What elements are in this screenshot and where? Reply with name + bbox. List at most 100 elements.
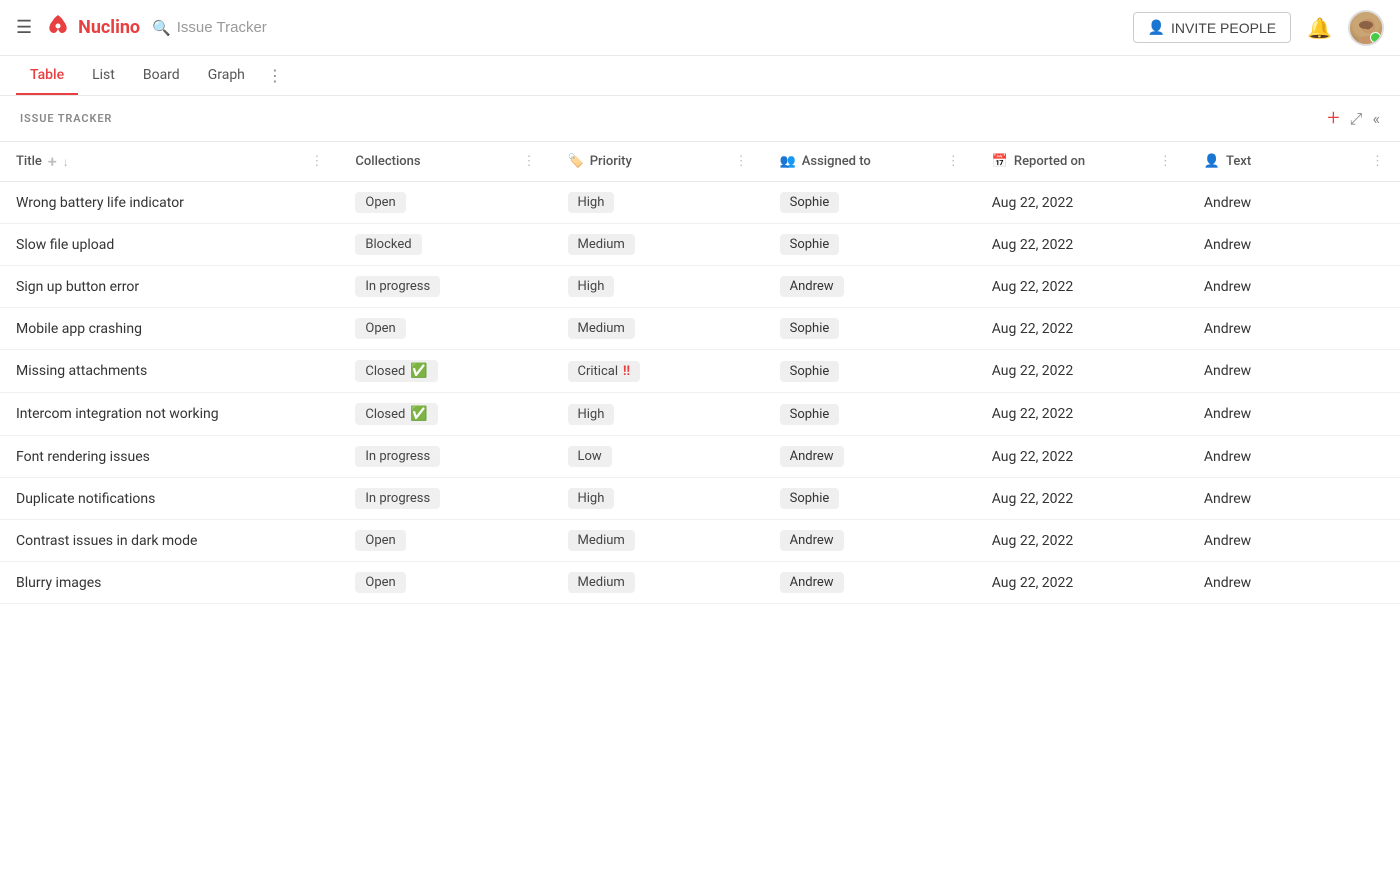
- table-row[interactable]: Missing attachments Closed ✅ Critical ‼ …: [0, 350, 1400, 393]
- priority-badge: Medium: [568, 530, 635, 551]
- priority-badge: High: [568, 192, 615, 213]
- text-col-icon: 👤: [1204, 154, 1220, 169]
- col-add-icon[interactable]: +: [48, 152, 57, 171]
- table-row[interactable]: Sign up button error In progress High An…: [0, 266, 1400, 308]
- collection-badge: Open: [355, 530, 405, 551]
- col-title-more-icon[interactable]: ⋮: [310, 154, 323, 169]
- col-priority-more-icon[interactable]: ⋮: [735, 154, 748, 169]
- table-row[interactable]: Wrong battery life indicator Open High S…: [0, 182, 1400, 224]
- text-cell: Andrew: [1188, 350, 1400, 393]
- collection-badge: Open: [355, 572, 405, 593]
- reported-cell: Aug 22, 2022: [976, 520, 1188, 562]
- expand-icon[interactable]: ⤢: [1350, 109, 1363, 129]
- reported-cell: Aug 22, 2022: [976, 562, 1188, 604]
- table-row[interactable]: Mobile app crashing Open Medium Sophie A…: [0, 308, 1400, 350]
- priority-badge: Medium: [568, 234, 635, 255]
- invite-people-button[interactable]: 👤 INVITE PEOPLE: [1133, 12, 1291, 43]
- priority-cell: High: [552, 478, 764, 520]
- collection-badge: Open: [355, 318, 405, 339]
- invite-label: INVITE PEOPLE: [1171, 20, 1276, 36]
- tab-list[interactable]: List: [78, 57, 129, 95]
- collection-badge: Blocked: [355, 234, 421, 255]
- title-cell[interactable]: Intercom integration not working: [0, 393, 339, 436]
- tab-more-icon[interactable]: ⋮: [259, 56, 291, 95]
- priority-badge: Critical ‼: [568, 361, 641, 382]
- assigned-cell: Sophie: [764, 478, 976, 520]
- table-row[interactable]: Duplicate notifications In progress High…: [0, 478, 1400, 520]
- check-icon: ✅: [410, 363, 427, 379]
- reported-cell: Aug 22, 2022: [976, 182, 1188, 224]
- avatar-image: [1350, 12, 1382, 44]
- table-row[interactable]: Slow file upload Blocked Medium Sophie A…: [0, 224, 1400, 266]
- assigned-cell: Andrew: [764, 520, 976, 562]
- text-cell: Andrew: [1188, 182, 1400, 224]
- title-cell[interactable]: Blurry images: [0, 562, 339, 604]
- priority-badge: High: [568, 276, 615, 297]
- tab-graph[interactable]: Graph: [194, 57, 259, 95]
- col-priority-label: Priority: [590, 154, 632, 169]
- table-row[interactable]: Font rendering issues In progress Low An…: [0, 436, 1400, 478]
- table-row[interactable]: Intercom integration not working Closed …: [0, 393, 1400, 436]
- priority-badge: Medium: [568, 318, 635, 339]
- col-sort-icon[interactable]: ↓: [63, 155, 69, 169]
- title-cell[interactable]: Wrong battery life indicator: [0, 182, 339, 224]
- col-text-more-icon[interactable]: ⋮: [1371, 154, 1384, 169]
- reported-cell: Aug 22, 2022: [976, 436, 1188, 478]
- reported-cell: Aug 22, 2022: [976, 478, 1188, 520]
- section-actions: + ⤢ «: [1327, 106, 1380, 131]
- add-icon[interactable]: +: [1327, 106, 1339, 131]
- issues-table: Title + ↓ ⋮ Collections ⋮ 🏷️ Priori: [0, 142, 1400, 604]
- critical-icon: ‼: [623, 364, 630, 379]
- priority-cell: Medium: [552, 562, 764, 604]
- tab-board[interactable]: Board: [129, 57, 194, 95]
- collapse-icon[interactable]: «: [1372, 109, 1380, 128]
- assigned-cell: Sophie: [764, 350, 976, 393]
- assigned-badge: Sophie: [780, 488, 840, 509]
- table-header-row: Title + ↓ ⋮ Collections ⋮ 🏷️ Priori: [0, 142, 1400, 182]
- reported-cell: Aug 22, 2022: [976, 308, 1188, 350]
- collection-cell: Blocked: [339, 224, 551, 266]
- title-cell[interactable]: Mobile app crashing: [0, 308, 339, 350]
- assigned-cell: Sophie: [764, 308, 976, 350]
- col-reported-more-icon[interactable]: ⋮: [1159, 154, 1172, 169]
- title-cell[interactable]: Slow file upload: [0, 224, 339, 266]
- assigned-badge: Sophie: [780, 361, 840, 382]
- tab-table[interactable]: Table: [16, 57, 78, 95]
- title-cell[interactable]: Contrast issues in dark mode: [0, 520, 339, 562]
- priority-cell: Low: [552, 436, 764, 478]
- col-header-collections: Collections ⋮: [339, 142, 551, 182]
- assigned-badge: Sophie: [780, 404, 840, 425]
- priority-cell: Medium: [552, 308, 764, 350]
- collection-badge: In progress: [355, 446, 440, 467]
- col-header-text: 👤 Text ⋮: [1188, 142, 1400, 182]
- priority-badge: High: [568, 488, 615, 509]
- assigned-badge: Sophie: [780, 234, 840, 255]
- title-cell[interactable]: Sign up button error: [0, 266, 339, 308]
- text-cell: Andrew: [1188, 224, 1400, 266]
- collection-cell: Open: [339, 562, 551, 604]
- assigned-badge: Andrew: [780, 572, 844, 593]
- assigned-badge: Andrew: [780, 446, 844, 467]
- col-assigned-more-icon[interactable]: ⋮: [947, 154, 960, 169]
- col-collections-more-icon[interactable]: ⋮: [523, 154, 536, 169]
- search-input[interactable]: [177, 19, 377, 36]
- table-row[interactable]: Contrast issues in dark mode Open Medium…: [0, 520, 1400, 562]
- priority-col-icon: 🏷️: [568, 154, 584, 169]
- invite-icon: 👤: [1148, 19, 1165, 36]
- collection-cell: Open: [339, 182, 551, 224]
- table-row[interactable]: Blurry images Open Medium Andrew Aug 22,…: [0, 562, 1400, 604]
- check-icon: ✅: [410, 406, 427, 422]
- reported-cell: Aug 22, 2022: [976, 350, 1188, 393]
- collection-cell: In progress: [339, 478, 551, 520]
- assigned-col-icon: 👥: [780, 154, 796, 169]
- logo[interactable]: Nuclino: [44, 14, 140, 42]
- hamburger-icon[interactable]: ☰: [16, 17, 32, 38]
- priority-cell: Critical ‼: [552, 350, 764, 393]
- text-cell: Andrew: [1188, 436, 1400, 478]
- title-cell[interactable]: Missing attachments: [0, 350, 339, 393]
- title-cell[interactable]: Duplicate notifications: [0, 478, 339, 520]
- title-cell[interactable]: Font rendering issues: [0, 436, 339, 478]
- bell-icon[interactable]: 🔔: [1307, 16, 1332, 40]
- col-header-priority: 🏷️ Priority ⋮: [552, 142, 764, 182]
- avatar[interactable]: [1348, 10, 1384, 46]
